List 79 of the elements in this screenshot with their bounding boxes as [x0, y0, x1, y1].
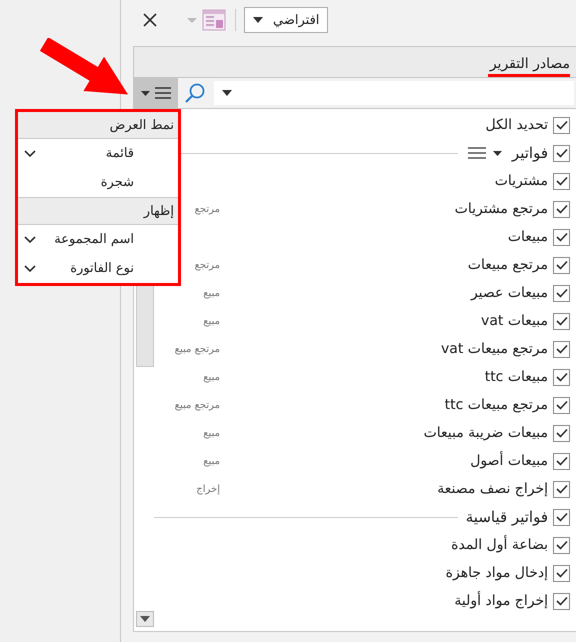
check-icon [556, 428, 568, 438]
item-label: مرتجع مشتريات [454, 201, 548, 217]
check-icon [556, 148, 568, 158]
checkbox[interactable] [553, 144, 570, 162]
type-label: مبيع [202, 456, 220, 466]
checkbox[interactable] [553, 116, 570, 134]
view-menu-button[interactable] [134, 78, 178, 108]
check-icon [556, 512, 568, 522]
search-icon[interactable] [184, 82, 206, 104]
type-label: مبيع [202, 316, 220, 326]
checkbox[interactable] [553, 452, 570, 470]
checkbox[interactable] [553, 536, 570, 554]
check-icon [556, 176, 568, 186]
type-label: مبيع [202, 288, 220, 298]
checkbox[interactable] [553, 592, 570, 610]
check-icon [556, 596, 568, 606]
item-label: بضاعة أول المدة [451, 537, 548, 553]
checkbox[interactable] [553, 340, 570, 358]
item-label: مرتجع مبيعات ttc [444, 397, 548, 413]
group-label: فواتير قياسية [466, 508, 548, 526]
item-label: مبيعات ttc [484, 369, 548, 385]
layout-dropdown[interactable]: افتراضي [244, 7, 328, 33]
check-icon [556, 540, 568, 550]
check-icon [556, 232, 568, 242]
checkbox[interactable] [553, 564, 570, 582]
menu-option[interactable]: اسم المجموعة [18, 225, 178, 254]
checkbox[interactable] [553, 284, 570, 302]
type-label: مرتجع مبيع [174, 344, 220, 354]
check-icon [556, 568, 568, 578]
caret-icon [222, 90, 232, 96]
checkbox[interactable] [553, 396, 570, 414]
menu-option[interactable]: شجرة [18, 168, 178, 197]
item-label: مبيعات عصير [470, 285, 548, 301]
check-icon [556, 260, 568, 270]
checkbox[interactable] [553, 256, 570, 274]
type-label: مبيع [202, 428, 220, 438]
check-icon [556, 456, 568, 466]
item-label: إخراج مواد أولية [454, 593, 548, 609]
menu-section-title: نمط العرض [110, 118, 174, 132]
type-label: إخراج [195, 484, 220, 494]
item-label: إدخال مواد جاهزة [446, 565, 548, 581]
item-label: تحديد الكل [486, 117, 548, 133]
caret-icon [253, 17, 263, 23]
item-label: مشتريات [494, 173, 548, 189]
checkbox[interactable] [553, 312, 570, 330]
item-label: مبيعات vat [481, 313, 548, 329]
check-icon [556, 400, 568, 410]
menu-icon [139, 85, 173, 101]
checkbox[interactable] [553, 424, 570, 442]
close-icon[interactable] [143, 13, 157, 27]
check-icon [556, 120, 568, 130]
type-label: مرتجع [194, 260, 220, 270]
checkbox[interactable] [553, 368, 570, 386]
check-icon [556, 204, 568, 214]
check-icon [556, 316, 568, 326]
checkbox[interactable] [553, 480, 570, 498]
menu-section-title: إظهار [144, 204, 174, 218]
check-icon [556, 288, 568, 298]
checkbox[interactable] [553, 200, 570, 218]
item-label: مبيعات أصول [470, 453, 548, 469]
group-label: فواتير [512, 144, 548, 162]
menu-option[interactable]: قائمة [18, 139, 178, 168]
checkbox[interactable] [553, 508, 570, 526]
item-label: مبيعات [508, 229, 548, 245]
scroll-down-button[interactable] [136, 611, 154, 627]
type-label: مبيع [202, 372, 220, 382]
check-icon [556, 372, 568, 382]
search-field[interactable] [214, 81, 574, 105]
item-label: مبيعات ضريبة مبيعات [424, 425, 548, 441]
item-label: مرتجع مبيعات [468, 257, 548, 273]
check-icon [556, 344, 568, 354]
checkbox[interactable] [553, 172, 570, 190]
check-icon [556, 484, 568, 494]
item-label: إخراج نصف مصنعة [437, 481, 548, 497]
caret-icon [140, 616, 150, 622]
checkbox[interactable] [553, 228, 570, 246]
menu-option[interactable]: نوع الفاتورة [18, 254, 178, 283]
item-label: مرتجع مبيعات vat [440, 341, 548, 357]
type-label: مرتجع مبيع [174, 400, 220, 410]
